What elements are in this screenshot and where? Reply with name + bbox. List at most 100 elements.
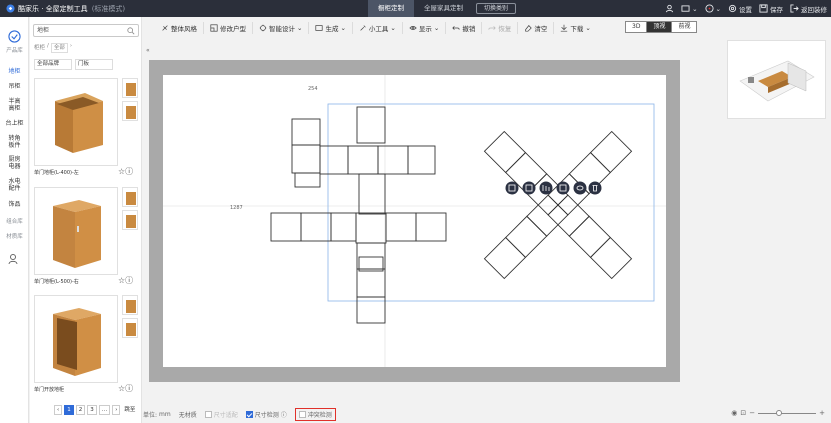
cabinet-group-right[interactable] — [483, 130, 633, 280]
camera-icon[interactable]: ◉ — [731, 409, 737, 417]
collision-check-check[interactable] — [298, 410, 306, 418]
zoom-in-button[interactable]: + — [819, 409, 825, 417]
rail-material-library[interactable]: 材质库 — [0, 234, 29, 241]
product-image[interactable] — [34, 295, 118, 383]
view-front[interactable]: 前视 — [672, 22, 697, 32]
link-action-icon[interactable] — [573, 181, 587, 195]
help-menu[interactable]: ⌄ — [704, 4, 721, 13]
size-check-checkbox[interactable]: 尺寸检测 ⓘ — [245, 410, 287, 419]
replace-action-icon[interactable] — [556, 181, 570, 195]
back-to-decorate-button[interactable]: 返回装修 — [790, 4, 827, 14]
product-library-icon[interactable] — [8, 30, 21, 43]
product-variant-thumb[interactable] — [122, 78, 138, 98]
undo-button[interactable]: 撤销 — [446, 22, 483, 34]
size-fit-label: 尺寸适配 — [213, 411, 238, 419]
design-stage[interactable]: 254 1287 — [149, 60, 680, 382]
zoom-slider[interactable] — [758, 409, 817, 416]
view-mode-switch: 3D 顶视 前视 — [625, 21, 698, 33]
rail-kitchen-appliance[interactable]: 厨房 电器 — [0, 156, 29, 170]
search-input[interactable]: 地柜 — [33, 24, 139, 37]
rail-product-library[interactable]: 产品库 — [0, 48, 29, 55]
kujiale-logo-icon — [6, 4, 15, 13]
rail-tall-cabinet[interactable]: 半高 高柜 — [0, 98, 29, 112]
page-1[interactable]: 1 — [64, 405, 74, 415]
save-label: 保存 — [770, 5, 783, 14]
more-pages[interactable]: … — [98, 405, 111, 415]
small-tools-button[interactable]: 小工具 ⌄ — [353, 22, 403, 34]
info-icon[interactable]: ⓘ — [125, 384, 133, 393]
collision-check-checkbox[interactable]: 冲突检测 — [294, 407, 336, 421]
zoom-out-button[interactable]: − — [749, 409, 755, 417]
cabinet-group-left[interactable] — [270, 106, 447, 324]
jump-to-page[interactable]: 跳至 — [122, 406, 137, 414]
type-filter[interactable]: 门板 — [75, 59, 113, 70]
breadcrumb-all[interactable]: 全部 — [50, 43, 68, 53]
clear-button[interactable]: 清空 — [518, 22, 555, 34]
product-variant-thumb[interactable] — [122, 318, 138, 338]
cabinet-render — [53, 200, 101, 268]
product-variant-thumb[interactable] — [122, 187, 138, 207]
page-3[interactable]: 3 — [87, 405, 97, 415]
rail-plumbing-parts[interactable]: 水电 配件 — [0, 178, 29, 192]
product-variant-thumb[interactable] — [122, 210, 138, 230]
dimension-top: 254 — [308, 86, 318, 92]
search-icon[interactable] — [127, 27, 135, 35]
info-icon[interactable]: ⓘ — [125, 276, 133, 285]
product-actions: ☆ⓘ — [118, 166, 133, 177]
minimap-render — [739, 60, 815, 102]
page-2[interactable]: 2 — [75, 405, 86, 415]
user-menu[interactable] — [665, 4, 674, 13]
rail-decor[interactable]: 饰品 — [0, 201, 29, 208]
overall-style-button[interactable]: 整体风格 — [155, 22, 204, 34]
material-toggle[interactable]: 无材质 — [179, 410, 197, 419]
user-search-icon[interactable] — [8, 253, 20, 265]
brand-filter[interactable]: 全部品牌 — [34, 59, 72, 70]
unit-value: mm — [159, 410, 171, 418]
display-button[interactable]: 显示 ⌄ — [403, 22, 447, 34]
fit-view-icon[interactable]: ⊡ — [740, 409, 746, 417]
redo-label: 恢复 — [498, 25, 512, 33]
size-fit-checkbox[interactable]: 尺寸适配 — [204, 410, 238, 419]
redo-button[interactable]: 恢复 — [482, 22, 519, 34]
info-icon[interactable]: ⓘ — [125, 167, 133, 176]
settings-button[interactable]: 设置 — [728, 4, 752, 14]
smart-design-button[interactable]: 智能设计 ⌄ — [253, 22, 310, 34]
download-button[interactable]: 下载 ⌄ — [554, 22, 596, 34]
rail-corner-panel[interactable]: 转角 板件 — [0, 135, 29, 149]
product-image[interactable] — [34, 187, 118, 275]
next-page-button[interactable]: › — [112, 405, 121, 415]
message-menu[interactable]: ⌄ — [681, 5, 698, 13]
size-check-check[interactable] — [245, 410, 253, 418]
copy-action-icon[interactable] — [505, 181, 519, 195]
zoom-slider-handle[interactable] — [776, 409, 783, 416]
tab-wholehouse[interactable]: 全屋家具定制 — [414, 0, 473, 17]
rail-base-cabinet[interactable]: 地柜 — [0, 68, 29, 75]
size-fit-check[interactable] — [204, 410, 212, 418]
minimap-3d-preview[interactable] — [727, 40, 826, 119]
product-actions: ☆ⓘ — [118, 275, 133, 286]
group-action-icon[interactable] — [522, 181, 536, 195]
generate-button[interactable]: 生成 ⌄ — [309, 22, 353, 34]
view-top[interactable]: 顶视 — [647, 22, 673, 32]
help-icon[interactable]: ⓘ — [281, 410, 287, 419]
rail-countertop-cabinet[interactable]: 台上柜 — [0, 120, 29, 127]
tab-cabinet[interactable]: 橱柜定制 — [368, 0, 414, 17]
rail-combo-library[interactable]: 组合库 — [0, 219, 29, 226]
product-variant-thumb[interactable] — [122, 101, 138, 121]
dimension-left: 1287 — [230, 205, 243, 211]
product-variant-thumb[interactable] — [122, 295, 138, 315]
save-button[interactable]: 保存 — [759, 4, 783, 14]
view-3d[interactable]: 3D — [626, 22, 648, 32]
product-image[interactable] — [34, 78, 118, 166]
prev-page-button[interactable]: ‹ — [54, 405, 63, 415]
delete-action-icon[interactable] — [588, 181, 602, 195]
rail-wall-cabinet[interactable]: 吊柜 — [0, 83, 29, 90]
top-view-drawing[interactable]: 254 1287 — [163, 75, 666, 367]
collapse-panel-button[interactable]: « — [146, 47, 150, 54]
unit-selector[interactable]: 单位: mm — [143, 410, 171, 419]
breadcrumb-root[interactable]: 柜柜 — [34, 43, 45, 53]
edit-floorplan-button[interactable]: 修改户型 — [204, 22, 253, 34]
switch-category-button[interactable]: 切换类别 — [476, 3, 517, 14]
design-canvas[interactable]: 254 1287 — [163, 75, 666, 367]
user-icon — [666, 4, 674, 13]
